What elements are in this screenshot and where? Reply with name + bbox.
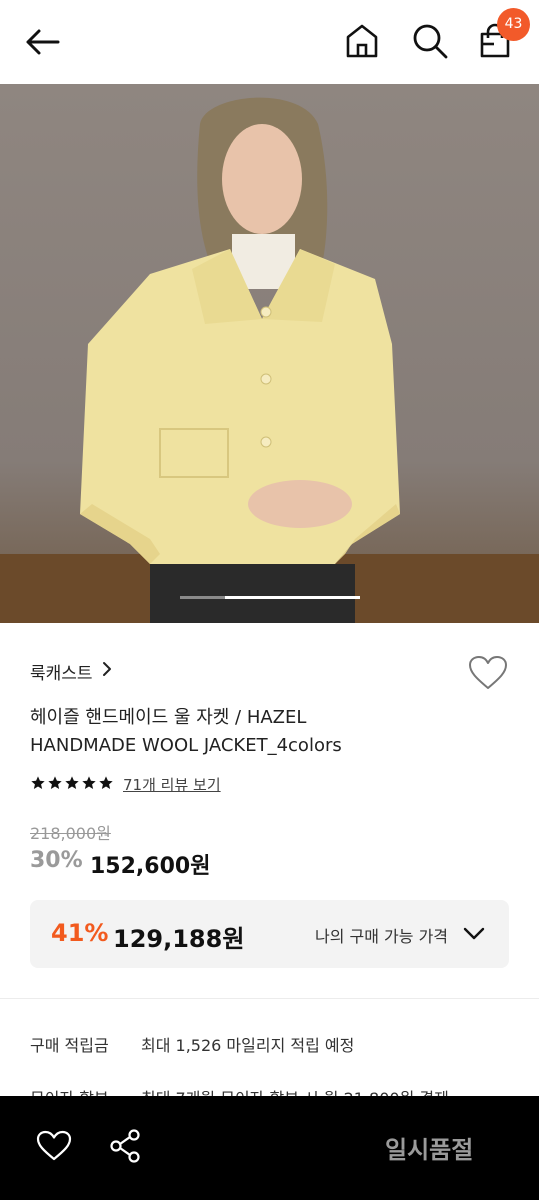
benefit-value: 최대 1,526 마일리지 적립 예정 — [141, 1036, 355, 1055]
cart-count-badge[interactable]: 43 — [497, 8, 530, 41]
original-price: 218,000원 — [30, 824, 111, 843]
carousel-indicator — [225, 596, 360, 599]
search-icon[interactable] — [411, 22, 449, 60]
product-image-carousel[interactable] — [0, 84, 539, 623]
star-icon — [48, 776, 62, 789]
review-link[interactable]: 71개 리뷰 보기 — [123, 774, 221, 795]
wishlist-heart-icon[interactable] — [468, 655, 508, 691]
home-icon[interactable] — [344, 22, 380, 60]
rating-stars — [30, 775, 114, 795]
bottom-action-bar: 일시품절 — [0, 1096, 539, 1200]
product-title-line1: 헤이즐 핸드메이드 울 자켓 / HAZEL — [30, 707, 307, 728]
star-icon — [99, 776, 113, 789]
my-price-discount: 41% — [51, 919, 109, 947]
benefit-row-mileage: 구매 적립금 최대 1,526 마일리지 적립 예정 — [30, 1032, 354, 1056]
brand-link[interactable]: 룩캐스트 — [30, 659, 93, 684]
chevron-down-icon[interactable] — [462, 924, 486, 942]
sale-price: 152,600원 — [90, 854, 211, 879]
arrow-left-icon[interactable] — [22, 26, 62, 58]
discount-rate: 30% — [30, 848, 83, 873]
sold-out-button[interactable]: 일시품절 — [385, 1130, 473, 1165]
star-icon — [82, 776, 96, 789]
share-icon[interactable] — [108, 1128, 142, 1164]
chevron-right-icon[interactable] — [101, 661, 113, 677]
section-divider — [0, 998, 539, 999]
my-price-box[interactable]: 41% 129,188원 나의 구매 가능 가격 — [30, 900, 509, 968]
product-title: 헤이즐 핸드메이드 울 자켓 / HAZEL HANDMADE WOOL JAC… — [30, 704, 450, 760]
star-icon — [65, 776, 79, 789]
product-photo — [80, 97, 400, 623]
top-bar: 43 — [0, 0, 539, 84]
my-price-label: 나의 구매 가능 가격 — [315, 927, 449, 946]
heart-outline-icon[interactable] — [36, 1130, 72, 1162]
my-price-amount: 129,188원 — [113, 925, 245, 953]
product-title-line2: HANDMADE WOOL JACKET_4colors — [30, 735, 342, 756]
star-icon — [31, 776, 45, 789]
benefit-key: 구매 적립금 — [30, 1036, 109, 1055]
